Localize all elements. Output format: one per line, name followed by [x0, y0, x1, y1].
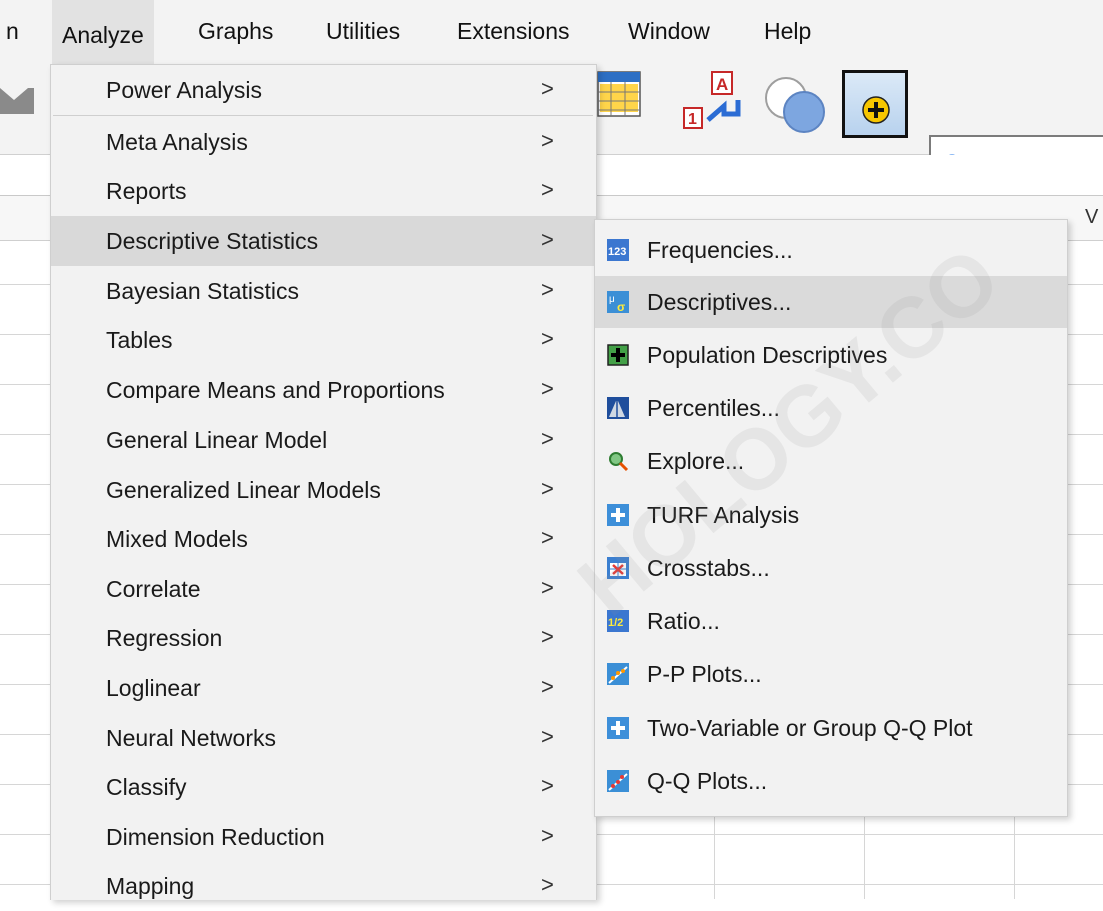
menu-item-label: Ratio...: [647, 608, 720, 634]
menu-item-pp-plots[interactable]: P-P Plots...: [595, 648, 1067, 700]
submenu-arrow-icon: >: [541, 177, 554, 202]
submenu-arrow-icon: >: [541, 525, 554, 550]
submenu-arrow-icon: >: [541, 376, 554, 401]
menu-item-label: Regression: [106, 625, 223, 651]
add-button-box[interactable]: [842, 70, 908, 138]
menu-analyze-label: Analyze: [62, 22, 144, 48]
menu-item-label: Generalized Linear Models: [106, 477, 381, 503]
submenu-arrow-icon: >: [541, 476, 554, 501]
menu-item-label: Frequencies...: [647, 237, 793, 263]
submenu-arrow-icon: >: [541, 823, 554, 848]
menu-item-descriptive-statistics[interactable]: Descriptive Statistics >: [51, 216, 596, 266]
menu-item-label: Q-Q Plots...: [647, 768, 768, 794]
menu-item-mixed-models[interactable]: Mixed Models >: [51, 514, 596, 564]
submenu-arrow-icon: >: [541, 277, 554, 302]
qq-plot-icon: [607, 770, 629, 792]
menu-file-partial[interactable]: n: [6, 18, 19, 45]
menu-extensions[interactable]: Extensions: [457, 18, 570, 45]
menu-item-two-variable-qq-plot[interactable]: Two-Variable or Group Q-Q Plot: [595, 702, 1067, 754]
svg-text:1: 1: [688, 111, 697, 128]
analyze-menu: Power Analysis > Meta Analysis > Reports > …: [50, 64, 597, 900]
menu-item-bayesian-statistics[interactable]: Bayesian Statistics >: [51, 266, 596, 316]
menu-item-label: Compare Means and Proportions: [106, 377, 445, 403]
menu-item-correlate[interactable]: Correlate >: [51, 564, 596, 614]
menu-item-neural-networks[interactable]: Neural Networks >: [51, 713, 596, 763]
plus-icon: [607, 344, 629, 366]
menu-utilities[interactable]: Utilities: [326, 18, 400, 45]
menu-item-label: Bayesian Statistics: [106, 278, 300, 304]
submenu-arrow-icon: >: [541, 872, 554, 897]
submenu-arrow-icon: >: [541, 724, 554, 749]
submenu-arrow-icon: >: [541, 128, 554, 153]
menu-item-loglinear[interactable]: Loglinear >: [51, 663, 596, 713]
frequencies-icon-text: 123: [608, 246, 626, 258]
menu-item-mapping[interactable]: Mapping >: [51, 861, 596, 911]
menu-window[interactable]: Window: [628, 18, 710, 45]
menu-item-tables[interactable]: Tables >: [51, 315, 596, 365]
menu-item-qq-plots[interactable]: Q-Q Plots...: [595, 755, 1067, 807]
submenu-arrow-icon: >: [541, 624, 554, 649]
menu-item-label: Power Analysis: [106, 77, 262, 103]
menu-item-label: Descriptive Statistics: [106, 228, 319, 254]
submenu-arrow-icon: >: [541, 326, 554, 351]
menu-item-label: Descriptives...: [647, 289, 792, 315]
menu-item-label: Dimension Reduction: [106, 824, 325, 850]
descriptives-icon: μσ: [607, 291, 629, 313]
explore-icon: [609, 452, 629, 472]
data-grid-icon[interactable]: [596, 70, 646, 120]
submenu-arrow-icon: >: [541, 426, 554, 451]
menu-item-ratio[interactable]: 1/2 Ratio...: [595, 595, 1067, 647]
submenu-arrow-icon: >: [541, 227, 554, 252]
submenu-arrow-icon: >: [541, 773, 554, 798]
menu-item-label: P-P Plots...: [647, 661, 762, 687]
menu-item-label: Tables: [106, 327, 173, 353]
pp-plot-icon: [607, 663, 629, 685]
menu-analyze[interactable]: Analyze: [52, 0, 154, 66]
column-header-partial[interactable]: V: [1085, 206, 1098, 229]
menu-separator: [53, 115, 593, 116]
menu-item-label: Mixed Models: [106, 526, 248, 552]
menu-item-label: Reports: [106, 178, 187, 204]
plus-circle-icon: [862, 96, 890, 124]
value-labels-icon[interactable]: A 1: [680, 70, 746, 130]
submenu-arrow-icon: >: [541, 674, 554, 699]
menu-item-label: Neural Networks: [106, 725, 276, 751]
menu-item-label: Mapping: [106, 873, 195, 899]
menu-item-label: Correlate: [106, 576, 201, 602]
svg-text:A: A: [716, 75, 728, 94]
frequencies-icon: 123: [607, 239, 629, 261]
percentiles-icon: [607, 397, 629, 419]
menu-item-generalized-linear-models[interactable]: Generalized Linear Models >: [51, 465, 596, 515]
menu-graphs[interactable]: Graphs: [198, 18, 273, 45]
menu-help[interactable]: Help: [764, 18, 811, 45]
menu-item-label: General Linear Model: [106, 427, 328, 453]
submenu-arrow-icon: >: [541, 76, 554, 101]
svg-text:σ: σ: [617, 300, 625, 313]
menu-item-regression[interactable]: Regression >: [51, 613, 596, 663]
menubar: n Analyze Graphs Utilities Extensions Wi…: [0, 0, 1103, 66]
plus-icon: [607, 717, 629, 739]
menu-item-compare-means[interactable]: Compare Means and Proportions >: [51, 365, 596, 415]
menu-item-general-linear-model[interactable]: General Linear Model >: [51, 415, 596, 465]
svg-text:μ: μ: [609, 294, 615, 305]
menu-item-classify[interactable]: Classify >: [51, 762, 596, 812]
menu-item-power-analysis[interactable]: Power Analysis >: [51, 65, 596, 115]
menu-item-meta-analysis[interactable]: Meta Analysis >: [51, 117, 596, 167]
use-variable-sets-icon[interactable]: [760, 74, 832, 134]
menu-item-reports[interactable]: Reports >: [51, 166, 596, 216]
menu-item-label: Classify: [106, 774, 187, 800]
menu-item-frequencies[interactable]: 123 Frequencies...: [595, 224, 1067, 276]
menu-item-label: Two-Variable or Group Q-Q Plot: [647, 715, 973, 741]
menu-item-label: Loglinear: [106, 675, 201, 701]
toolbar-partial-icon[interactable]: [0, 80, 34, 120]
menu-item-dimension-reduction[interactable]: Dimension Reduction >: [51, 812, 596, 862]
submenu-arrow-icon: >: [541, 575, 554, 600]
menu-item-label: Meta Analysis: [106, 129, 248, 155]
